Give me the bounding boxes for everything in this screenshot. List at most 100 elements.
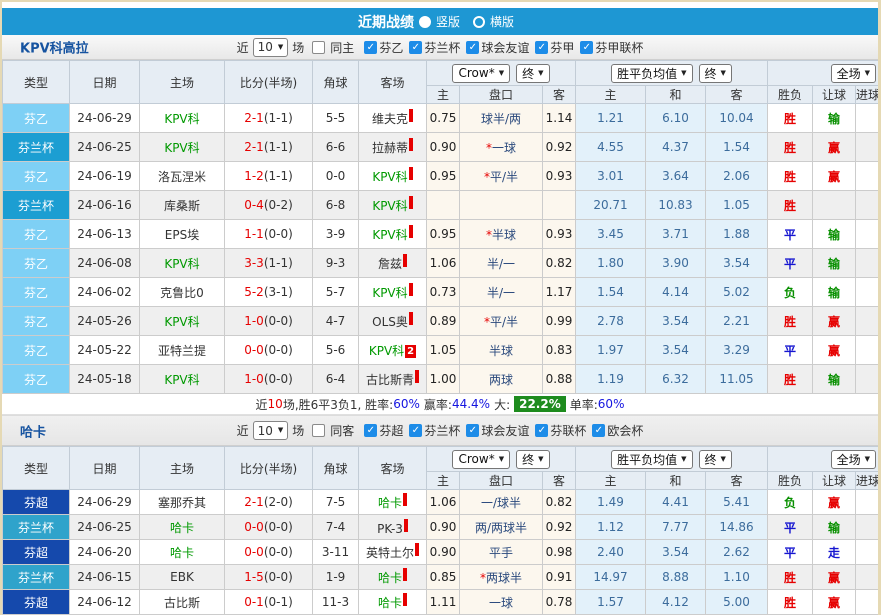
vertical-view-radio[interactable] [419,16,431,28]
halftime-score: (0-0) [264,343,293,357]
league-checkbox[interactable]: ✓ [535,41,548,54]
league-checkbox[interactable]: ✓ [364,424,377,437]
away-team: PK-3 [377,522,403,536]
away-odds: 0.82 [543,249,576,278]
col-away-header: 客场 [359,61,427,104]
match-date: 24-05-22 [70,336,140,365]
chevron-down-icon: ▼ [865,456,870,463]
summary-single-rate: 60% [598,397,625,411]
away-badge [409,283,413,296]
home-team: 哈卡 [140,515,225,540]
bookmaker-select[interactable]: Crow*▼ [452,450,510,469]
away-badge [403,493,407,506]
away-team-cell: OLS奥 [359,307,427,336]
bookmaker-select[interactable]: Crow*▼ [452,64,510,83]
mean-draw: 6.32 [646,365,706,394]
handicap-line [460,191,543,220]
league-checkbox[interactable]: ✓ [364,41,377,54]
away-odds: 0.78 [543,590,576,615]
top-title-bar: 近期战绩 竖版 横版 [2,8,878,35]
league-type-badge: 芬乙 [3,336,70,365]
result-cell: 平 [768,336,813,365]
handicap-result-cell [813,191,856,220]
col-away-header: 客场 [359,447,427,490]
odds-time-select[interactable]: 终▼ [516,450,549,469]
league-checkbox[interactable]: ✓ [592,424,605,437]
mean-type-select[interactable]: 胜平负均值▼ [611,64,692,83]
away-odds: 0.92 [543,515,576,540]
home-team: 克鲁比0 [140,278,225,307]
mean-type-select[interactable]: 胜平负均值▼ [611,450,692,469]
goals-cell [856,365,878,394]
league-type-badge: 芬超 [3,590,70,615]
home-odds: 1.00 [427,365,460,394]
mean-away: 5.41 [706,490,768,515]
summary-near: 近 [256,396,268,413]
handicap-line: *两球半 [460,565,543,590]
summary-single-label: 单率: [570,396,598,413]
col-date-header: 日期 [70,61,140,104]
mean-time-select[interactable]: 终▼ [699,450,732,469]
match-date: 24-06-12 [70,590,140,615]
league-checkbox[interactable]: ✓ [409,424,422,437]
match-count-select[interactable]: 10 ▼ [253,38,289,57]
sub-mean-draw-header: 和 [646,472,706,490]
result-cell: 胜 [768,191,813,220]
goals-cell [856,590,878,615]
corner-count: 3-11 [313,540,359,565]
mean-time-select[interactable]: 终▼ [699,64,732,83]
full-match-select[interactable]: 全场▼ [831,450,876,469]
league-checkbox[interactable]: ✓ [409,41,422,54]
kpv-matches-table: 类型 日期 主场 比分(半场) 角球 客场 Crow*▼ 终▼ 胜平负均值▼ 终… [2,60,878,394]
mean-away: 5.02 [706,278,768,307]
halftime-score: (2-0) [264,495,293,509]
mean-draw: 4.37 [646,133,706,162]
goals-cell [856,104,878,133]
full-match-select[interactable]: 全场▼ [831,64,876,83]
league-checkbox[interactable]: ✓ [535,424,548,437]
odds-time-select[interactable]: 终▼ [516,64,549,83]
fulltime-score: 1-2 [244,169,264,183]
horizontal-view-radio[interactable] [473,16,485,28]
sub-away-odds-header: 客 [543,86,576,104]
fulltime-score: 1-0 [244,372,264,386]
result-cell: 负 [768,490,813,515]
same-venue-checkbox[interactable] [312,41,325,54]
match-score: 1-1(0-0) [225,220,313,249]
summary-profit-rate: 44.4% [452,397,490,411]
league-checkbox[interactable]: ✓ [466,424,479,437]
table-row: 芬兰杯 24-06-15 EBK 1-5(0-0) 1-9 哈卡 0.85 *两… [3,565,879,590]
home-odds: 0.95 [427,220,460,249]
fulltime-score: 3-3 [244,256,264,270]
match-score: 1-2(1-1) [225,162,313,191]
away-team: KPV科 [372,286,407,300]
match-count-select[interactable]: 10 ▼ [253,421,289,440]
col-score-header: 比分(半场) [225,447,313,490]
home-odds: 0.85 [427,565,460,590]
match-date: 24-06-25 [70,133,140,162]
handicap-result-cell: 输 [813,278,856,307]
away-badge [404,519,408,532]
table-row: 芬乙 24-05-22 亚特兰提 0-0(0-0) 5-6 KPV科2 1.05… [3,336,879,365]
chevron-down-icon: ▼ [721,456,726,463]
away-team-cell: 英特土尔 [359,540,427,565]
table-row: 芬超 24-06-29 塞那乔其 2-1(2-0) 7-5 哈卡 1.06 一/… [3,490,879,515]
handicap-result-cell: 赢 [813,133,856,162]
same-venue-checkbox[interactable] [312,424,325,437]
league-checkbox[interactable]: ✓ [466,41,479,54]
col-date-header: 日期 [70,447,140,490]
league-checkbox[interactable]: ✓ [580,41,593,54]
result-cell: 胜 [768,590,813,615]
away-badge [409,225,413,238]
sub-mean-draw-header: 和 [646,86,706,104]
away-team: 詹兹 [378,257,402,271]
summary-big-rate-badge: 22.2% [514,396,566,412]
halftime-score: (1-1) [264,111,293,125]
halftime-score: (0-0) [264,314,293,328]
away-team: KPV科 [372,228,407,242]
goals-cell [856,490,878,515]
match-date: 24-06-08 [70,249,140,278]
league-type-badge: 芬兰杯 [3,133,70,162]
corner-count: 7-4 [313,515,359,540]
home-team: 洛瓦涅米 [140,162,225,191]
